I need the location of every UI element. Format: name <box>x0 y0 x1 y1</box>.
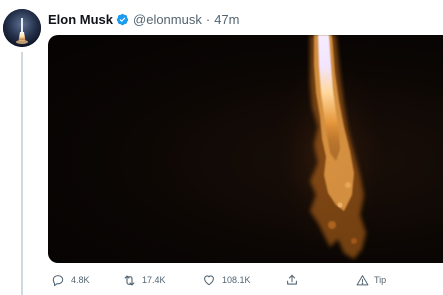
tweet-action-bar: 4.8K 17.4K 108.1K Tip <box>48 270 443 290</box>
tweet-media-video[interactable] <box>48 35 443 263</box>
tip-icon <box>354 272 370 288</box>
author-handle[interactable]: @elonmusk <box>133 12 202 27</box>
thread-connector-line <box>21 52 23 295</box>
share-button[interactable] <box>284 270 305 290</box>
reply-count: 4.8K <box>71 275 90 285</box>
avatar-rocket-launch-image <box>3 9 41 47</box>
verified-badge-icon <box>116 13 129 26</box>
tip-button[interactable]: Tip <box>354 270 386 290</box>
share-icon <box>284 272 300 288</box>
reply-icon <box>50 272 66 288</box>
heart-icon <box>201 272 217 288</box>
tip-label: Tip <box>374 275 387 285</box>
header-separator: · <box>205 11 211 27</box>
like-button[interactable]: 108.1K <box>201 270 251 290</box>
retweet-button[interactable]: 17.4K <box>121 270 166 290</box>
avatar[interactable] <box>3 9 41 47</box>
retweet-count: 17.4K <box>142 275 166 285</box>
reply-button[interactable]: 4.8K <box>50 270 90 290</box>
tweet-card[interactable]: Elon Musk @elonmusk · 47m 4.8K 17.4K 108… <box>0 0 443 295</box>
author-name[interactable]: Elon Musk <box>48 12 113 27</box>
tweet-header: Elon Musk @elonmusk · 47m <box>48 10 240 28</box>
like-count: 108.1K <box>222 275 251 285</box>
retweet-icon <box>121 272 137 288</box>
tweet-timestamp[interactable]: 47m <box>214 12 239 27</box>
rocket-launch-video-frame <box>260 35 400 263</box>
